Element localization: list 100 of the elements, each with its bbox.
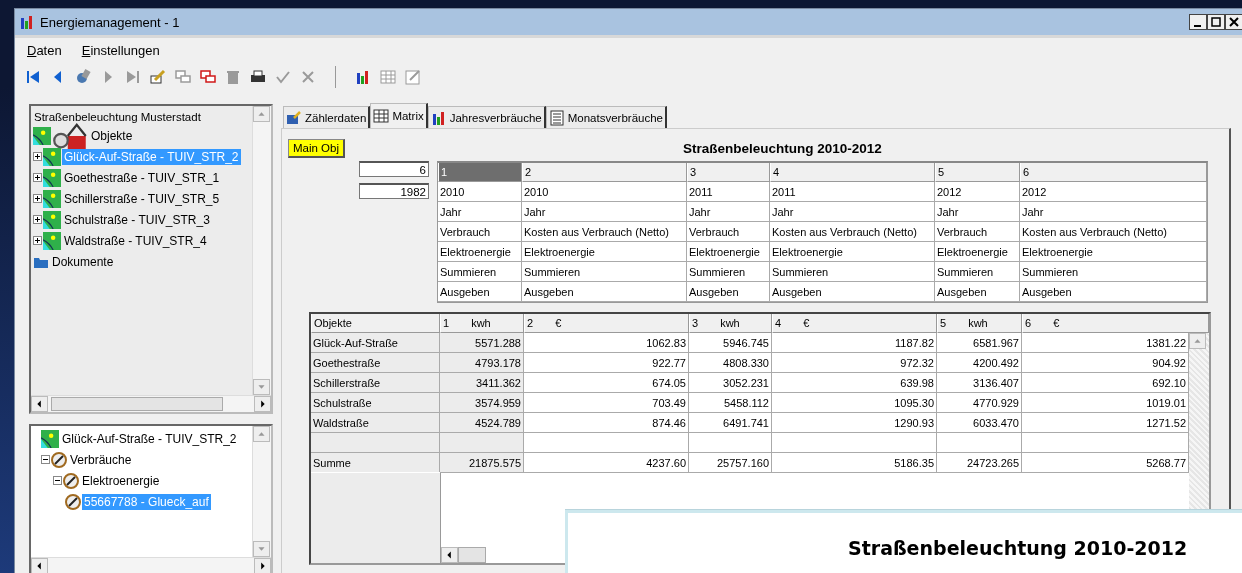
tab[interactable]: Monatsverbräuche: [545, 106, 667, 128]
row-header[interactable]: Glück-Auf-Straße: [311, 333, 440, 353]
expand-icon[interactable]: [33, 215, 42, 224]
column-header[interactable]: 4 €: [772, 314, 937, 333]
tree-item[interactable]: Dokumente: [50, 253, 116, 270]
value-cell: 1095.30: [772, 393, 937, 413]
tree-item[interactable]: Elektroenergie: [80, 472, 162, 489]
value-cell: 1271.52: [1022, 413, 1189, 433]
value-cell: 4524.789: [440, 413, 524, 433]
number-field[interactable]: 1982: [359, 183, 429, 199]
tree-item[interactable]: Schillerstraße - TUIV_STR_5: [62, 190, 222, 207]
printer-icon[interactable]: [250, 69, 266, 85]
menu-item[interactable]: Daten: [27, 42, 62, 58]
chart-title: Straßenbeleuchtung 2010-2012: [848, 537, 1188, 559]
scroll-left-icon[interactable]: [31, 396, 48, 412]
copy-icon[interactable]: [200, 69, 216, 85]
column-header[interactable]: 4: [770, 163, 935, 182]
value-cell: 1290.93: [772, 413, 937, 433]
scroll-left-icon[interactable]: [441, 547, 458, 563]
value-cell: 874.46: [524, 413, 689, 433]
expand-icon[interactable]: [33, 236, 42, 245]
matrix-cell: Kosten aus Verbrauch (Netto): [1020, 222, 1207, 242]
gauge-icon: [63, 472, 79, 489]
first-record-icon[interactable]: [25, 69, 41, 85]
matrix-cell: Summieren: [522, 262, 687, 282]
bar-chart-icon: [19, 14, 35, 30]
column-header[interactable]: 3 kwh: [689, 314, 772, 333]
expand-icon[interactable]: [33, 194, 42, 203]
row-header[interactable]: Waldstraße: [311, 413, 440, 433]
matrix-cell: Jahr: [770, 202, 935, 222]
matrix-cell: Ausgeben: [522, 282, 687, 302]
expand-icon[interactable]: [33, 173, 42, 182]
collapse-icon[interactable]: [41, 455, 50, 464]
column-header[interactable]: 5: [935, 163, 1020, 182]
tree-item[interactable]: Schulstraße - TUIV_STR_3: [62, 211, 212, 228]
minimize-icon[interactable]: [1189, 14, 1207, 30]
column-header[interactable]: 2: [522, 163, 687, 182]
scroll-thumb[interactable]: [51, 397, 223, 411]
scroll-thumb[interactable]: [458, 547, 486, 563]
map-icon: [43, 231, 61, 250]
value-cell: 1381.22: [1022, 333, 1189, 353]
column-header[interactable]: 2 €: [524, 314, 689, 333]
maximize-icon[interactable]: [1207, 14, 1225, 30]
tab[interactable]: Matrix: [370, 103, 428, 128]
value-cell: 1019.01: [1022, 393, 1189, 413]
main-object-button[interactable]: Main Obj: [288, 139, 346, 158]
value-cell: 3574.959: [440, 393, 524, 413]
scroll-left-icon[interactable]: [31, 558, 48, 573]
matrix-cell: Jahr: [1020, 202, 1207, 222]
value-cell: 6491.741: [689, 413, 772, 433]
total-cell: 4237.60: [524, 453, 689, 473]
matrix-cell: Summieren: [770, 262, 935, 282]
value-cell: 4200.492: [937, 353, 1022, 373]
column-header[interactable]: 5 kwh: [937, 314, 1022, 333]
scroll-right-icon[interactable]: [254, 558, 271, 573]
tab[interactable]: Jahresverbräuche: [427, 106, 546, 128]
row-header[interactable]: Goethestraße: [311, 353, 440, 373]
matrix-cell: Summieren: [687, 262, 770, 282]
column-header[interactable]: 6 €: [1022, 314, 1209, 333]
value-cell: 922.77: [524, 353, 689, 373]
map-icon: [43, 168, 61, 187]
close-icon[interactable]: [1225, 14, 1242, 30]
bar-chart-icon[interactable]: [355, 69, 371, 85]
value-cell: 4793.178: [440, 353, 524, 373]
table-icon: [373, 108, 390, 124]
gauge-icon: [65, 493, 81, 510]
total-cell: 25757.160: [689, 453, 772, 473]
value-cell: 5458.112: [689, 393, 772, 413]
tab[interactable]: Zählerdaten: [283, 106, 371, 128]
collapse-icon[interactable]: [53, 476, 62, 485]
tree-item[interactable]: Objekte: [89, 127, 135, 144]
matrix-cell: Summieren: [935, 262, 1020, 282]
row-header: Summe: [311, 453, 440, 472]
search-icon[interactable]: [75, 69, 91, 85]
menu-item[interactable]: Einstellungen: [81, 42, 160, 58]
edit-icon[interactable]: [150, 69, 166, 85]
matrix-cell: Verbrauch: [438, 222, 522, 242]
matrix-cell: Jahr: [935, 202, 1020, 222]
tree-item[interactable]: Glück-Auf-Straße - TUIV_STR_2: [60, 430, 239, 447]
number-field[interactable]: 6: [359, 161, 429, 177]
column-header[interactable]: 6: [1020, 163, 1207, 182]
column-header[interactable]: 1 kwh: [440, 314, 524, 333]
row-header[interactable]: Schulstraße: [311, 393, 440, 413]
scroll-right-icon[interactable]: [254, 396, 271, 412]
matrix-cell: Elektroenergie: [935, 242, 1020, 262]
row-header[interactable]: Schillerstraße: [311, 373, 440, 393]
matrix-cell: Elektroenergie: [1020, 242, 1207, 262]
matrix-cell: Verbrauch: [687, 222, 770, 242]
column-header[interactable]: 3: [687, 163, 770, 182]
matrix-cell: Jahr: [687, 202, 770, 222]
tree-item[interactable]: Goethestraße - TUIV_STR_1: [62, 169, 222, 186]
column-header[interactable]: 1: [438, 163, 522, 182]
tree-item[interactable]: Verbräuche: [68, 451, 134, 468]
gauge-icon: [51, 451, 67, 468]
matrix-cell: 2010: [438, 182, 522, 202]
matrix-cell: Elektroenergie: [438, 242, 522, 262]
bar-chart-icon: [430, 109, 447, 126]
tree-item[interactable]: Waldstraße - TUIV_STR_4: [62, 232, 209, 249]
expand-icon[interactable]: [33, 152, 42, 161]
total-cell: 5268.77: [1022, 453, 1189, 473]
